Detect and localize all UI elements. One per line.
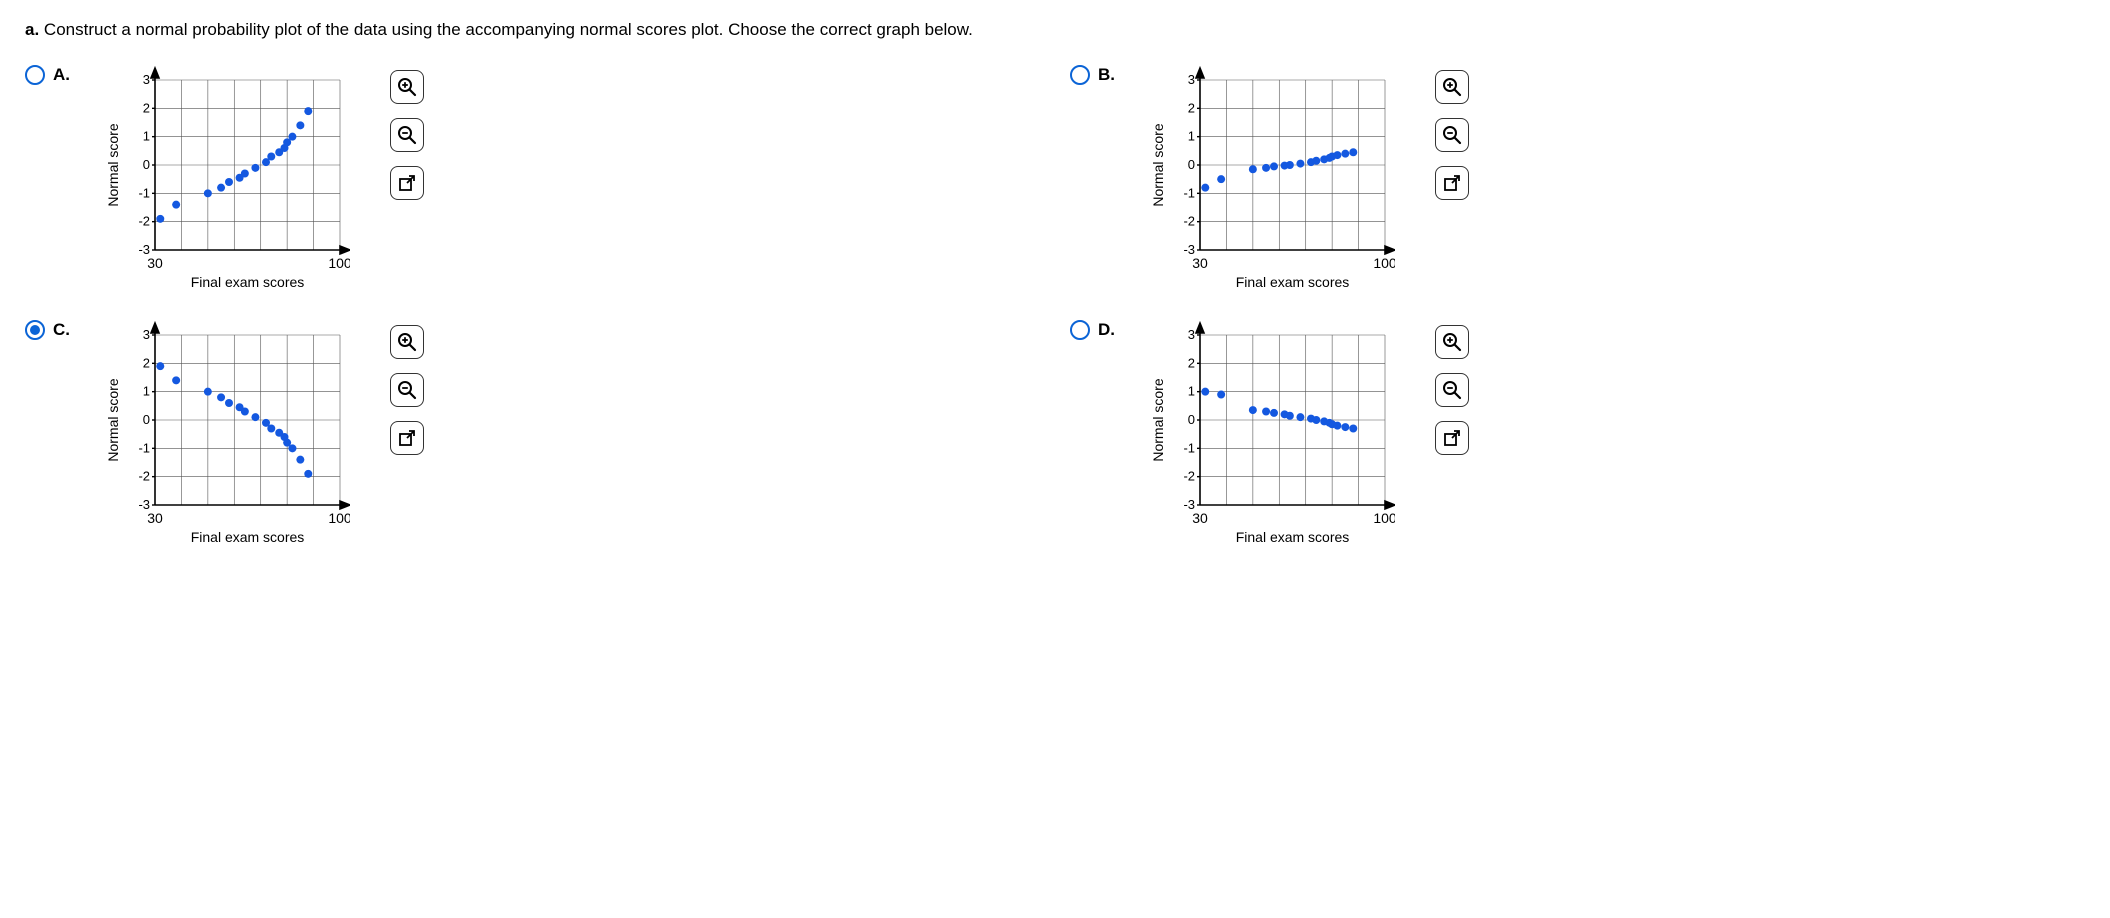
popout-button[interactable] [390,421,424,455]
svg-text:-2: -2 [138,469,150,484]
radio-b[interactable]: B. [1070,65,1115,85]
chart-b: 3210-1-2-330100Final exam scoresNormal s… [1145,65,1395,300]
chart-d: 3210-1-2-330100Final exam scoresNormal s… [1145,320,1395,555]
zoom-out-button[interactable] [390,373,424,407]
chart-a: 3210-1-2-330100Final exam scoresNormal s… [100,65,350,300]
option-d: D. 3210-1-2-330100Final exam scoresNorma… [1070,320,2085,555]
svg-text:100: 100 [328,255,350,271]
svg-text:2: 2 [143,100,150,115]
chart-c: 3210-1-2-330100Final exam scoresNormal s… [100,320,350,555]
chart-block-a: 3210-1-2-330100Final exam scoresNormal s… [100,65,424,300]
svg-text:30: 30 [147,510,163,526]
popout-button[interactable] [1435,421,1469,455]
option-label-d: D. [1098,320,1115,340]
svg-text:-2: -2 [1183,214,1195,229]
radio-circle-b [1070,65,1090,85]
svg-text:Normal score: Normal score [105,378,121,461]
svg-text:2: 2 [143,355,150,370]
zoom-in-button[interactable] [1435,325,1469,359]
radio-a[interactable]: A. [25,65,70,85]
svg-text:3: 3 [143,327,150,342]
svg-text:30: 30 [1192,255,1208,271]
chart-buttons-b [1435,70,1469,200]
option-a: A. 3210-1-2-330100Final exam scoresNorma… [25,65,1040,300]
svg-text:-1: -1 [1183,185,1195,200]
svg-text:Final exam scores: Final exam scores [191,274,305,290]
chart-block-d: 3210-1-2-330100Final exam scoresNormal s… [1145,320,1469,555]
svg-text:Normal score: Normal score [105,123,121,206]
svg-text:30: 30 [1192,510,1208,526]
option-b: B. 3210-1-2-330100Final exam scoresNorma… [1070,65,2085,300]
popout-button[interactable] [1435,166,1469,200]
svg-text:1: 1 [143,129,150,144]
svg-text:Normal score: Normal score [1150,123,1166,206]
svg-text:100: 100 [328,510,350,526]
svg-text:Final exam scores: Final exam scores [191,529,305,545]
radio-circle-a [25,65,45,85]
radio-c[interactable]: C. [25,320,70,340]
svg-text:3: 3 [1188,72,1195,87]
option-label-c: C. [53,320,70,340]
part-label: a. [25,20,39,39]
zoom-in-button[interactable] [390,70,424,104]
chart-block-c: 3210-1-2-330100Final exam scoresNormal s… [100,320,424,555]
option-label-a: A. [53,65,70,85]
radio-circle-c [25,320,45,340]
zoom-out-button[interactable] [1435,373,1469,407]
zoom-out-button[interactable] [390,118,424,152]
svg-text:Final exam scores: Final exam scores [1236,274,1350,290]
svg-text:100: 100 [1373,510,1395,526]
popout-button[interactable] [390,166,424,200]
svg-text:0: 0 [143,412,150,427]
svg-text:1: 1 [1188,384,1195,399]
zoom-out-button[interactable] [1435,118,1469,152]
svg-text:3: 3 [143,72,150,87]
svg-text:-2: -2 [1183,469,1195,484]
chart-buttons-c [390,325,424,455]
question-text: a. Construct a normal probability plot o… [25,20,2085,40]
svg-text:1: 1 [143,384,150,399]
options-grid: A. 3210-1-2-330100Final exam scoresNorma… [25,65,2085,555]
svg-text:3: 3 [1188,327,1195,342]
chart-buttons-d [1435,325,1469,455]
svg-text:Normal score: Normal score [1150,378,1166,461]
svg-text:0: 0 [143,157,150,172]
svg-text:-1: -1 [138,440,150,455]
svg-text:Final exam scores: Final exam scores [1236,529,1350,545]
svg-text:-2: -2 [138,214,150,229]
radio-circle-d [1070,320,1090,340]
svg-text:100: 100 [1373,255,1395,271]
svg-text:30: 30 [147,255,163,271]
svg-text:1: 1 [1188,129,1195,144]
chart-buttons-a [390,70,424,200]
chart-block-b: 3210-1-2-330100Final exam scoresNormal s… [1145,65,1469,300]
svg-text:-1: -1 [1183,440,1195,455]
svg-text:2: 2 [1188,100,1195,115]
svg-text:0: 0 [1188,412,1195,427]
svg-text:2: 2 [1188,355,1195,370]
zoom-in-button[interactable] [390,325,424,359]
svg-text:0: 0 [1188,157,1195,172]
option-c: C. 3210-1-2-330100Final exam scoresNorma… [25,320,1040,555]
zoom-in-button[interactable] [1435,70,1469,104]
radio-d[interactable]: D. [1070,320,1115,340]
option-label-b: B. [1098,65,1115,85]
question-body: Construct a normal probability plot of t… [44,20,973,39]
svg-text:-1: -1 [138,185,150,200]
